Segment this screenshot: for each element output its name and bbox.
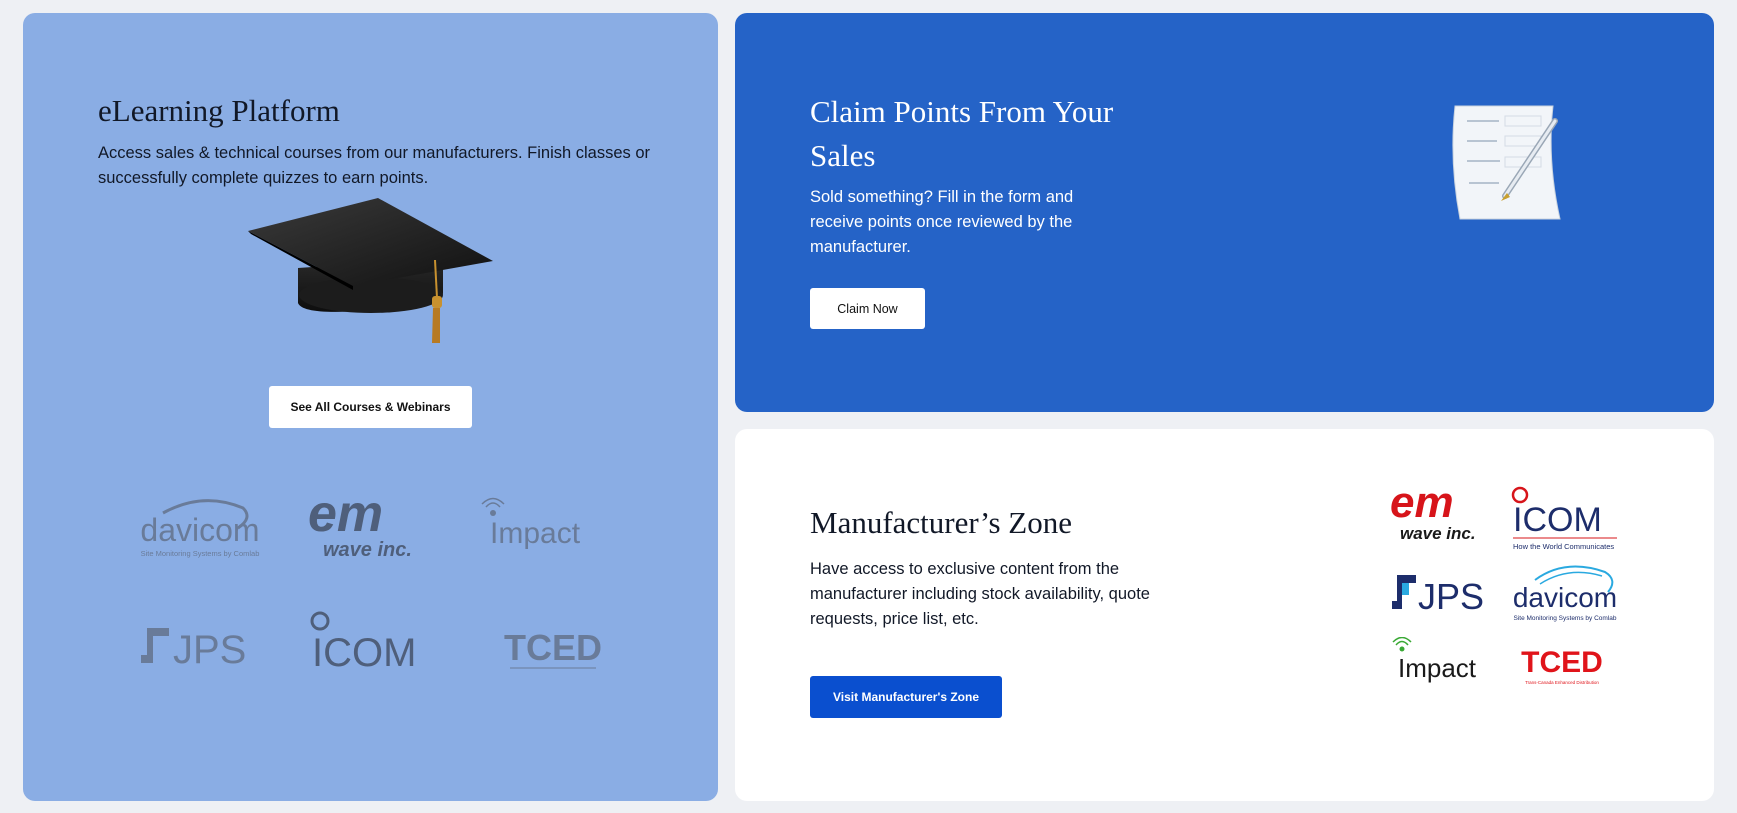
- em-wave-logo-color: em wave inc.: [1390, 483, 1495, 545]
- elearning-card: eLearning Platform Access sales & techni…: [23, 13, 718, 801]
- impact-logo: Impact: [478, 495, 628, 560]
- em-wave-logo: em wave inc.: [303, 489, 443, 564]
- svg-text:davicom: davicom: [140, 512, 259, 548]
- jps-logo: JPS: [133, 618, 268, 678]
- manufacturer-title: Manufacturer’s Zone: [810, 505, 1072, 540]
- svg-text:em: em: [308, 489, 383, 543]
- svg-text:TCED: TCED: [1521, 646, 1603, 679]
- svg-text:ICOM: ICOM: [1513, 501, 1602, 539]
- elearning-title: eLearning Platform: [98, 93, 340, 128]
- manufacturer-zone-card: Manufacturer’s Zone Have access to exclu…: [735, 429, 1714, 801]
- claim-points-card: Claim Points From Your Sales Sold someth…: [735, 13, 1714, 412]
- svg-text:Trans-Canada Enhanced Distribu: Trans-Canada Enhanced Distribution: [1525, 680, 1599, 685]
- svg-text:TCED: TCED: [504, 627, 602, 668]
- claim-now-button[interactable]: Claim Now: [810, 288, 925, 329]
- svg-text:Impact: Impact: [1398, 653, 1477, 683]
- icom-logo: ICOM: [308, 608, 458, 683]
- svg-text:wave inc.: wave inc.: [323, 539, 412, 561]
- claim-title: Claim Points From Your Sales: [810, 94, 1114, 173]
- tced-logo-color: TCED Trans-Canada Enhanced Distribution: [1515, 640, 1610, 690]
- svg-text:wave inc.: wave inc.: [1400, 524, 1476, 543]
- manufacturer-description: Have access to exclusive content from th…: [810, 560, 1150, 628]
- davicom-logo: davicom Site Monitoring Systems by Comla…: [133, 493, 268, 563]
- svg-text:JPS: JPS: [1418, 576, 1484, 617]
- svg-text:Site Monitoring Systems by Com: Site Monitoring Systems by Comlab: [141, 549, 260, 558]
- icom-logo-color: ICOM How the World Communicates: [1510, 484, 1620, 554]
- davicom-logo-color: davicom Site Monitoring Systems by Comla…: [1510, 562, 1620, 627]
- svg-text:em: em: [1390, 483, 1454, 527]
- elearning-description: Access sales & technical courses from ou…: [98, 144, 651, 187]
- svg-text:ICOM: ICOM: [312, 631, 416, 675]
- jps-logo-color: JPS: [1388, 567, 1495, 619]
- visit-manufacturer-zone-button[interactable]: Visit Manufacturer's Zone: [810, 676, 1002, 718]
- see-all-courses-button[interactable]: See All Courses & Webinars: [269, 386, 472, 428]
- svg-text:davicom: davicom: [1513, 582, 1617, 613]
- svg-text:Impact: Impact: [490, 517, 581, 550]
- form-document-icon: [1452, 105, 1561, 220]
- svg-text:JPS: JPS: [173, 628, 246, 672]
- tced-logo: TCED: [488, 618, 618, 678]
- graduation-cap-icon: [248, 198, 493, 343]
- svg-text:Site Monitoring Systems by Com: Site Monitoring Systems by Comlab: [1514, 615, 1617, 622]
- claim-description: Sold something? Fill in the form and rec…: [810, 188, 1074, 256]
- svg-text:How the World Communicates: How the World Communicates: [1513, 542, 1614, 551]
- impact-logo-color: Impact: [1390, 637, 1500, 687]
